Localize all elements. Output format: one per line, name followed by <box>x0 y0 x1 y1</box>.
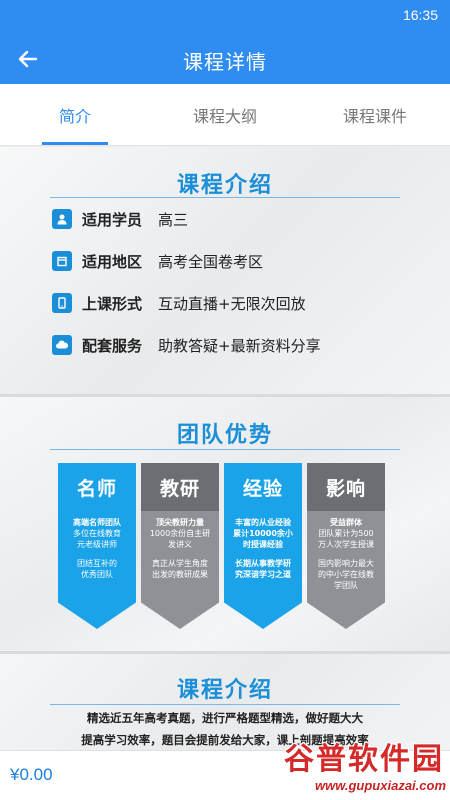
status-time: 16:35 <box>402 7 438 23</box>
app-bar: 课程详情 <box>0 34 450 84</box>
tab-label: 简介 <box>58 106 91 126</box>
card-title: 影响 <box>307 463 385 511</box>
info-value: 助教答疑+最新资料分享 <box>158 336 321 355</box>
info-row-services: 配套服务 助教答疑+最新资料分享 <box>52 331 321 359</box>
info-value: 互动直播+无限次回放 <box>158 294 306 313</box>
info-value: 高三 <box>158 210 189 229</box>
title-divider <box>50 449 400 450</box>
tab-intro[interactable]: 简介 <box>0 84 150 145</box>
info-label: 适用学员 <box>82 210 143 229</box>
tab-outline[interactable]: 课程大纲 <box>150 84 300 145</box>
person-icon <box>52 209 72 229</box>
card-text: 团结互补的 <box>77 559 117 568</box>
watermark: 谷普软件园 www.gupuxiazai.com <box>240 730 450 800</box>
course-intro-title: 课程介绍 <box>176 173 273 198</box>
info-row-format: 上课形式 互动直播+无限次回放 <box>52 289 306 317</box>
card-text: 累计10000余小 <box>233 529 293 538</box>
info-value: 高考全国卷考区 <box>158 252 264 271</box>
page-title: 课程详情 <box>183 50 267 74</box>
course-intro-2-title: 课程介绍 <box>176 678 273 703</box>
team-card-research: 教研 顶尖教研力量 1000余份自主研 发讲义 真正从学生角度 出发的教研成果 <box>141 463 219 629</box>
watermark-url: www.gupuxiazai.com <box>315 778 446 793</box>
tab-label: 课程大纲 <box>192 106 257 126</box>
calendar-icon <box>52 251 72 271</box>
title-divider <box>50 197 400 198</box>
price-label: ¥0.00 <box>10 765 53 784</box>
tab-label: 课程课件 <box>342 106 407 126</box>
card-title: 教研 <box>141 463 219 511</box>
content-scroll[interactable]: 课程介绍 适用学员 高三 适用地区 高考全国卷考区 上课形式 互动直播+无限次回… <box>0 147 450 750</box>
card-text: 出发的教研成果 <box>152 570 208 579</box>
info-label: 上课形式 <box>82 294 143 313</box>
tab-active-indicator <box>42 142 108 145</box>
watermark-text: 谷普软件园 <box>284 742 444 777</box>
tab-bar: 简介 课程大纲 课程课件 <box>0 84 450 146</box>
team-card-experience: 经验 丰富的从业经验 累计10000余小 时授课经验 长期从事教学研 究深谙学习… <box>224 463 302 629</box>
card-text: 长期从事教学研 <box>235 559 291 568</box>
team-card-teachers: 名师 高端名师团队 多位在线教育 元老级讲师 团结互补的 优秀团队 <box>58 463 136 629</box>
info-label: 适用地区 <box>82 252 143 271</box>
card-text: 的中小学在线教 <box>318 570 374 579</box>
status-bar: 16:35 <box>0 0 450 34</box>
info-row-students: 适用学员 高三 <box>52 205 188 233</box>
card-title: 名师 <box>58 463 136 511</box>
card-text: 顶尖教研力量 <box>156 518 204 527</box>
card-text: 究深谙学习之道 <box>235 570 291 579</box>
card-text: 真正从学生角度 <box>152 559 208 568</box>
card-text: 丰富的从业经验 <box>235 518 291 527</box>
course-intro-section: 课程介绍 适用学员 高三 适用地区 高考全国卷考区 上课形式 互动直播+无限次回… <box>0 147 450 395</box>
team-title: 团队优势 <box>176 423 273 448</box>
card-text: 万人次学生授课 <box>318 540 374 549</box>
card-text: 高端名师团队 <box>73 518 121 527</box>
intro-text-line: 精选近五年高考真题，进行严格题型精选，做好题大大 <box>87 711 363 725</box>
card-text: 多位在线教育 <box>73 529 121 538</box>
title-divider <box>50 704 400 705</box>
card-text: 学团队 <box>334 581 358 590</box>
card-text: 发讲义 <box>168 540 192 549</box>
card-text: 团队累计为500 <box>318 529 374 538</box>
tab-courseware[interactable]: 课程课件 <box>300 84 450 145</box>
card-text: 1000余份自主研 <box>149 529 211 538</box>
info-row-region: 适用地区 高考全国卷考区 <box>52 247 263 275</box>
card-text: 国内影响力最大 <box>318 559 374 568</box>
cloud-icon <box>52 335 72 355</box>
info-label: 配套服务 <box>82 336 143 355</box>
team-card-influence: 影响 受益群体 团队累计为500 万人次学生授课 国内影响力最大 的中小学在线教… <box>307 463 385 629</box>
phone-icon <box>52 293 72 313</box>
card-title: 经验 <box>224 463 302 511</box>
card-text: 元老级讲师 <box>77 540 117 549</box>
card-text: 受益群体 <box>330 518 362 527</box>
card-text: 时授课经验 <box>243 540 283 549</box>
card-text: 优秀团队 <box>81 570 113 579</box>
